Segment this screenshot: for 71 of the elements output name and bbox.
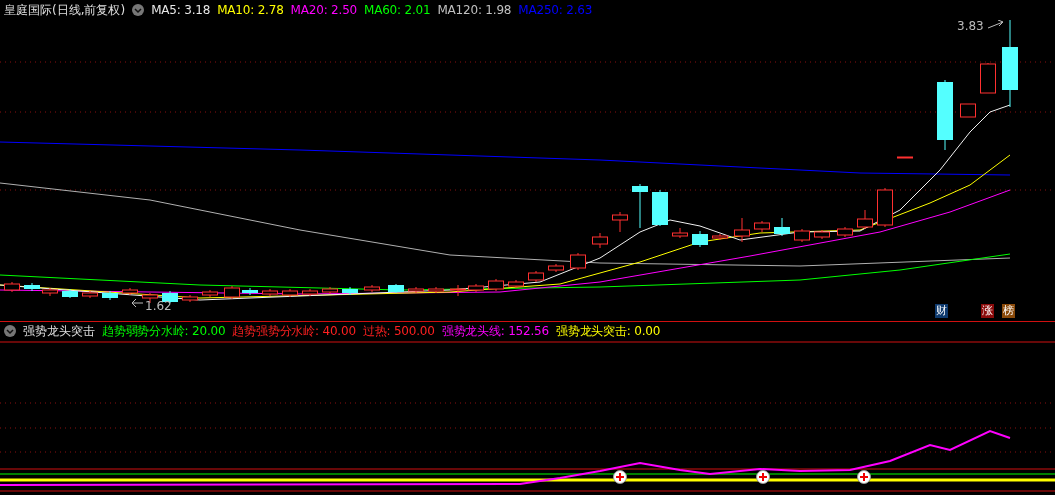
dropdown-icon[interactable] bbox=[4, 325, 16, 337]
candlestick bbox=[182, 294, 198, 303]
candlestick bbox=[302, 288, 318, 297]
plus-marker-icon bbox=[756, 470, 770, 484]
high-price-label: 3.83 bbox=[957, 20, 984, 33]
moving-average-value: MA5: 3.18 bbox=[151, 3, 211, 17]
low-price-arrow bbox=[131, 298, 144, 308]
candlestick bbox=[508, 279, 524, 289]
candlestick bbox=[4, 281, 20, 293]
candlestick bbox=[102, 290, 118, 301]
candlestick bbox=[837, 226, 853, 238]
candlestick bbox=[794, 228, 810, 243]
candlestick bbox=[528, 270, 544, 283]
candlestick bbox=[242, 287, 258, 296]
moving-average-value: MA20: 2.50 bbox=[290, 3, 357, 17]
candlestick bbox=[342, 286, 358, 296]
candlestick bbox=[202, 289, 218, 298]
candlestick bbox=[734, 217, 750, 243]
candlestick bbox=[388, 283, 404, 294]
low-price-label: 1.62 bbox=[145, 299, 172, 313]
candlestick bbox=[548, 263, 564, 273]
moving-average-value: MA250: 2.63 bbox=[518, 3, 593, 17]
event-badge[interactable]: 榜 bbox=[1002, 304, 1015, 318]
candlestick bbox=[877, 187, 893, 228]
candlestick bbox=[428, 286, 444, 294]
candlestick bbox=[672, 227, 688, 239]
candlestick bbox=[262, 288, 278, 297]
candlestick bbox=[364, 284, 380, 293]
candlestick bbox=[774, 217, 790, 237]
candlestick bbox=[712, 233, 728, 241]
high-price-arrow bbox=[987, 20, 1004, 29]
moving-average-value: MA10: 2.78 bbox=[217, 3, 284, 17]
candlestick bbox=[960, 103, 976, 118]
candlestick bbox=[450, 284, 466, 297]
moving-average-value: MA60: 2.01 bbox=[364, 3, 431, 17]
candlestick bbox=[692, 230, 708, 248]
candlestick bbox=[408, 286, 424, 294]
event-badge[interactable]: 财 bbox=[935, 304, 948, 318]
candlestick bbox=[224, 285, 240, 300]
candlestick bbox=[897, 156, 913, 159]
candlestick bbox=[980, 62, 996, 94]
candlestick bbox=[282, 288, 298, 298]
candlestick bbox=[814, 229, 830, 240]
candlestick bbox=[24, 282, 40, 292]
chart-title: 皇庭国际(日线,前复权) bbox=[4, 1, 126, 19]
candlestick bbox=[122, 287, 138, 296]
moving-average-value: MA120: 1.98 bbox=[437, 3, 512, 17]
indicator-value: 过热: 500.00 bbox=[362, 322, 435, 340]
indicator-value: 强势龙头线: 152.56 bbox=[441, 322, 549, 340]
indicator-value: 趋势强势分水岭: 40.00 bbox=[232, 322, 356, 340]
candlestick bbox=[937, 79, 953, 151]
candlestick bbox=[468, 283, 484, 293]
candlestick bbox=[570, 252, 586, 271]
candlestick bbox=[652, 189, 668, 227]
plus-marker-icon bbox=[857, 470, 871, 484]
plus-marker-icon bbox=[613, 470, 627, 484]
candlestick bbox=[322, 286, 338, 295]
candlestick bbox=[632, 183, 648, 229]
indicator-title: 强势龙头突击 bbox=[23, 322, 95, 340]
indicator-value: 趋势弱势分水岭: 20.00 bbox=[102, 322, 226, 340]
candlestick bbox=[857, 209, 873, 230]
event-badge[interactable]: 涨 bbox=[981, 304, 994, 318]
dropdown-icon[interactable] bbox=[132, 4, 145, 16]
indicator-value: 强势龙头突击: 0.00 bbox=[555, 322, 661, 340]
candlestick bbox=[82, 290, 98, 299]
candlestick bbox=[42, 287, 58, 297]
candlestick bbox=[754, 220, 770, 233]
candlestick bbox=[592, 232, 608, 249]
candlestick bbox=[488, 278, 504, 292]
candlestick bbox=[62, 288, 78, 299]
candlestick bbox=[612, 211, 628, 233]
